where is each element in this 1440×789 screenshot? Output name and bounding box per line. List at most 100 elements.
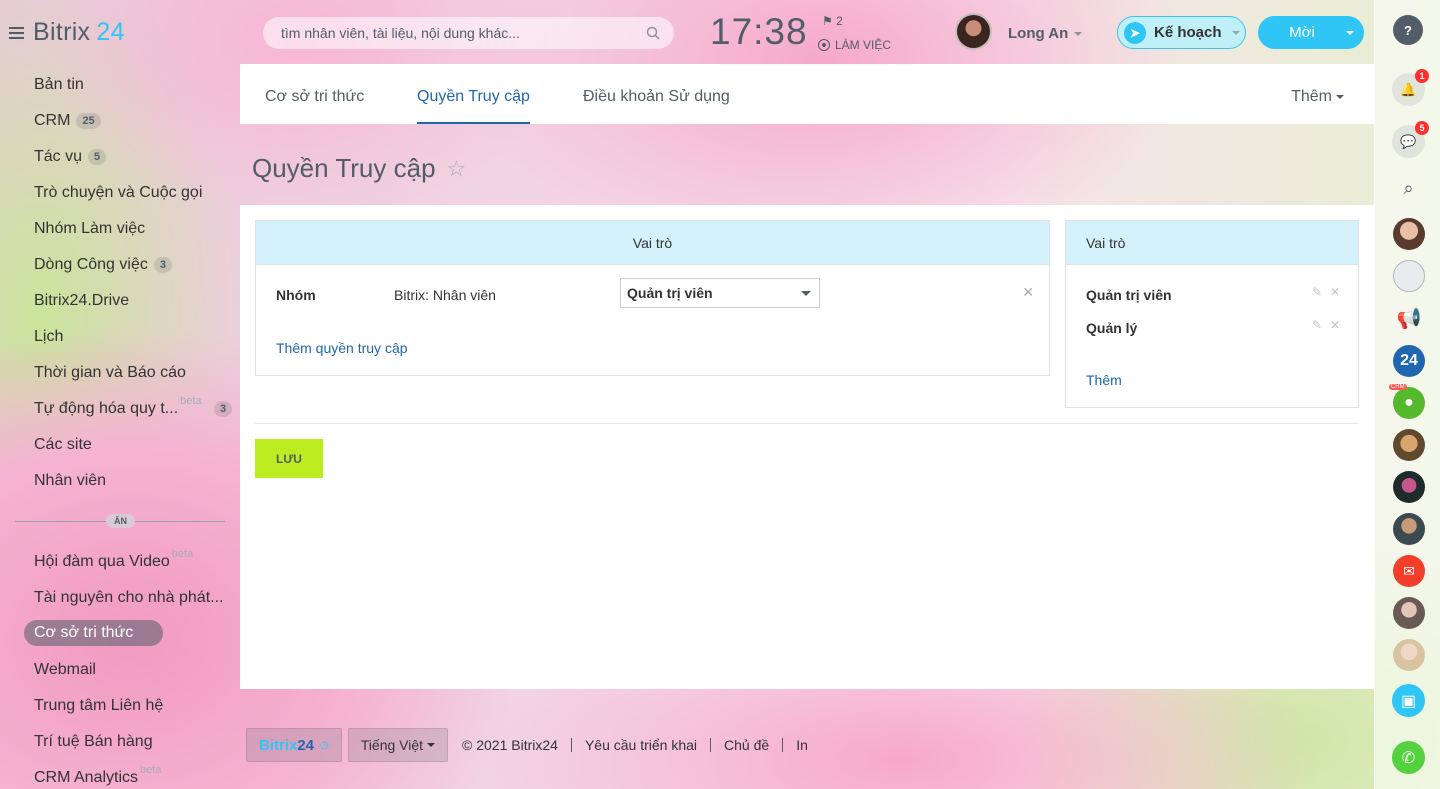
hide-toggle[interactable]: ẨN xyxy=(106,514,135,528)
sidebar-item-news[interactable]: Bản tin xyxy=(34,76,84,94)
bitrix24-icon[interactable]: 24 xyxy=(1393,345,1425,377)
contact-avatar[interactable] xyxy=(1393,639,1425,671)
sidebar-item-time-reports[interactable]: Thời gian và Báo cáo xyxy=(34,364,186,382)
right-bar: ? 🔔 1 💬 5 ⌕ 📢 24 CRM ● ✉ ▣ ✆ xyxy=(1374,0,1440,789)
roles-panel: Vai trò Quản trị viên ✎✕ Quản lý ✎✕ Thêm xyxy=(1065,220,1359,408)
row-type-label: Nhóm xyxy=(276,287,316,303)
chat-icon[interactable]: 💬 5 xyxy=(1392,121,1429,158)
help-icon[interactable]: ? xyxy=(1393,15,1423,45)
search-box xyxy=(263,17,674,49)
search-icon[interactable] xyxy=(646,26,660,40)
menu-icon[interactable] xyxy=(9,27,24,39)
row-subject: Bitrix: Nhân viên xyxy=(394,287,496,303)
tab-knowledge-base[interactable]: Cơ sở tri thức xyxy=(265,88,364,106)
clock[interactable]: 17:38 xyxy=(710,11,808,53)
close-icon[interactable]: ✕ xyxy=(1330,285,1348,299)
announcement-icon[interactable]: ✉ xyxy=(1393,555,1425,587)
pencil-icon[interactable]: ✎ xyxy=(1312,285,1330,299)
sidebar-item-crm-analytics[interactable]: CRM Analytics beta xyxy=(34,764,161,787)
rocket-icon: ➤ xyxy=(1124,21,1146,44)
bell-icon[interactable]: 🔔 1 xyxy=(1392,69,1429,106)
sidebar-item-workgroups[interactable]: Nhóm Làm việc xyxy=(34,220,145,238)
megaphone-icon[interactable]: 📢 xyxy=(1393,302,1425,334)
close-icon[interactable]: ✕ xyxy=(1330,318,1348,332)
role-item[interactable]: Quản lý xyxy=(1086,320,1137,336)
clock-icon: ◷ xyxy=(320,739,329,751)
notification-badge: 1 xyxy=(1415,69,1429,83)
contact-avatar[interactable] xyxy=(1393,218,1425,250)
sidebar-item-workflows[interactable]: Dòng Công việc 3 xyxy=(34,256,172,274)
sidebar-item-video-conf[interactable]: Hội đàm qua Video beta xyxy=(34,548,193,571)
sidebar-item-drive[interactable]: Bitrix24.Drive xyxy=(34,292,129,310)
pencil-icon[interactable]: ✎ xyxy=(1312,318,1330,332)
footer-logo[interactable]: Bitrix24 ◷ xyxy=(246,728,342,762)
access-table: Vai trò Nhóm Bitrix: Nhân viên Quản trị … xyxy=(255,220,1050,376)
sidebar-item-chat[interactable]: Trò chuyện và Cuộc gọi xyxy=(34,184,202,202)
sidebar-item-tasks[interactable]: Tác vụ 5 xyxy=(34,148,107,166)
crm-contact-icon[interactable]: CRM ● xyxy=(1389,384,1425,419)
sidebar-item-dev-resources[interactable]: Tài nguyên cho nhà phát... xyxy=(34,589,223,607)
chevron-down-icon xyxy=(1336,94,1344,99)
counter-badge: 5 xyxy=(88,149,107,165)
tab-access-rights[interactable]: Quyền Truy cập xyxy=(417,88,530,124)
user-menu[interactable]: Long An xyxy=(1008,25,1083,42)
open-lines-icon[interactable]: ▣ xyxy=(1392,684,1425,717)
work-status[interactable]: LÀM VIỆC xyxy=(818,38,891,52)
plan-button[interactable]: ➤ Kế hoạch xyxy=(1117,16,1246,49)
sidebar-item-webmail[interactable]: Webmail xyxy=(34,661,96,679)
chevron-down-icon xyxy=(1074,32,1083,37)
chevron-down-icon xyxy=(427,743,436,747)
flag-icon: ⚑ xyxy=(822,14,833,28)
add-access-link[interactable]: Thêm quyền truy cập xyxy=(276,340,408,356)
crm-tag: CRM xyxy=(1389,384,1407,390)
counter-badge: 3 xyxy=(214,401,233,417)
top-bar: Bitrix24 17:38 ⚑ 2 LÀM VIỆC Long An ➤Kế … xyxy=(0,0,1374,64)
sidebar-item-knowledge-base[interactable]: Cơ sở tri thức xyxy=(24,620,164,646)
tab-terms-of-use[interactable]: Điều khoản Sử dụng xyxy=(583,88,730,106)
sidebar-item-contact-center[interactable]: Trung tâm Liên hệ xyxy=(34,697,163,715)
footer: Bitrix24 ◷ Tiếng Việt © 2021 Bitrix24 Yêu… xyxy=(246,728,821,762)
search-icon[interactable]: ⌕ xyxy=(1392,172,1425,205)
roles-header: Vai trò xyxy=(1066,221,1358,265)
search-input[interactable] xyxy=(263,17,623,49)
contact-avatar[interactable] xyxy=(1393,471,1425,503)
contact-avatar[interactable] xyxy=(1393,513,1425,545)
more-menu[interactable]: Thêm xyxy=(1291,88,1344,106)
footer-link-themes[interactable]: Chủ đề xyxy=(710,738,782,752)
invite-button[interactable]: Mời xyxy=(1258,16,1364,49)
sidebar-item-crm[interactable]: CRM 25 xyxy=(34,112,101,130)
phone-icon[interactable]: ✆ xyxy=(1392,741,1425,774)
footer-link-implementation[interactable]: Yêu cầu triển khai xyxy=(570,738,710,752)
sidebar-item-sales-intelligence[interactable]: Trí tuệ Bán hàng xyxy=(34,733,153,751)
role-item[interactable]: Quản trị viên xyxy=(1086,287,1172,303)
chat-badge: 5 xyxy=(1415,121,1429,135)
star-icon[interactable]: ☆ xyxy=(447,156,467,182)
role-select[interactable]: Quản trị viên xyxy=(620,278,820,308)
bear-icon[interactable] xyxy=(1393,260,1425,292)
footer-copyright: © 2021 Bitrix24 xyxy=(462,737,558,753)
add-role-link[interactable]: Thêm xyxy=(1086,372,1122,388)
sidebar-item-calendar[interactable]: Lịch xyxy=(34,328,63,346)
counter-badge: 3 xyxy=(153,257,172,273)
logo[interactable]: Bitrix 24 xyxy=(33,18,125,47)
hide-divider: ẨN xyxy=(15,514,225,528)
sidebar-item-automation[interactable]: Tự động hóa quy t... beta 3 xyxy=(34,395,234,418)
save-button[interactable]: LƯU xyxy=(255,439,323,478)
table-header: Vai trò xyxy=(256,221,1049,265)
main-content: Cơ sở tri thức Quyền Truy cập Điều khoản… xyxy=(240,64,1374,689)
sidebar-item-employees[interactable]: Nhân viên xyxy=(34,472,106,490)
settings-panel: Vai trò Nhóm Bitrix: Nhân viên Quản trị … xyxy=(240,205,1374,689)
contact-avatar[interactable] xyxy=(1393,597,1425,629)
page-title: Quyền Truy cập ☆ xyxy=(252,153,467,183)
close-icon[interactable]: ✕ xyxy=(1022,284,1034,301)
language-select[interactable]: Tiếng Việt xyxy=(347,728,449,762)
record-icon xyxy=(818,39,830,51)
role-actions: ✎✕ xyxy=(1312,318,1348,332)
footer-link-print[interactable]: In xyxy=(782,738,821,752)
sidebar-item-sites[interactable]: Các site xyxy=(34,436,92,454)
user-avatar[interactable] xyxy=(955,13,992,50)
flag-counter[interactable]: ⚑ 2 xyxy=(822,14,843,28)
chevron-down-icon xyxy=(1231,30,1240,35)
chevron-down-icon[interactable] xyxy=(1346,30,1354,35)
contact-avatar[interactable] xyxy=(1393,429,1425,461)
